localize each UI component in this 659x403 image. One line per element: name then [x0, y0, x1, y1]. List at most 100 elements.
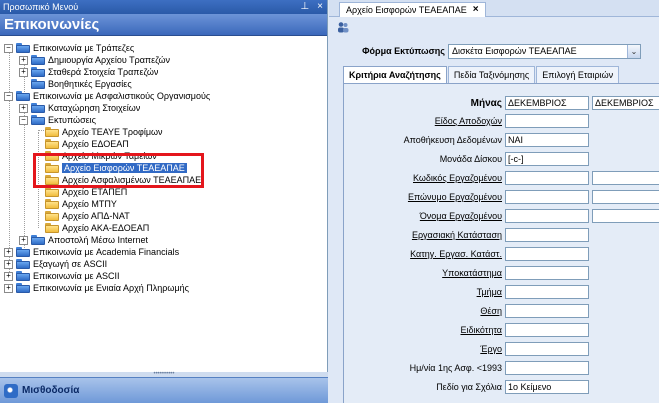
- tree-item-academia-financials[interactable]: + Επικοινωνία με Academia Financials: [4, 246, 179, 258]
- tab-company-select[interactable]: Επιλογή Εταιριών: [536, 66, 620, 83]
- department-label[interactable]: Τμήμα: [477, 287, 502, 297]
- tree-item-label: Βοηθητικές Εργασίες: [48, 79, 132, 89]
- tree-item-label: Αρχείο ΕΔΟΕΑΠ: [62, 139, 129, 149]
- personal-menu-panel: Προσωπικό Μενού ⊥ × Επικοινωνίες − Επικο…: [0, 0, 328, 403]
- position-input[interactable]: [505, 304, 589, 318]
- work-status-input[interactable]: [505, 228, 589, 242]
- tree-item-label: Αρχείο Μικρών Ταμείων: [62, 151, 157, 161]
- expand-toggle[interactable]: +: [4, 271, 13, 281]
- tree-item-apd-nat[interactable]: Αρχείο ΑΠΔ-ΝΑΤ: [45, 210, 130, 222]
- tree-item-data-entry[interactable]: + Καταχώρηση Στοιχείων: [19, 102, 140, 114]
- tab-sort-fields[interactable]: Πεδία Ταξινόμησης: [447, 66, 536, 83]
- expand-toggle[interactable]: +: [4, 283, 13, 293]
- expand-toggle[interactable]: +: [19, 55, 28, 65]
- tree-item-mtpy[interactable]: Αρχείο ΜΤΠΥ: [45, 198, 117, 210]
- tree-item-label: Επικοινωνία με Τράπεζες: [33, 43, 135, 53]
- department-input[interactable]: [505, 285, 589, 299]
- close-icon[interactable]: ×: [317, 0, 323, 14]
- payment-type-label[interactable]: Είδος Αποδοχών: [435, 116, 502, 126]
- employee-code-from-input[interactable]: [505, 171, 589, 185]
- month-row: Μήνας ΔΕΚΕΜΒΡΙΟΣ ΔΕΚΕΜΒΡΙΟΣ: [344, 96, 659, 111]
- expand-toggle[interactable]: +: [4, 247, 13, 257]
- specialty-row: Ειδικότητα: [344, 323, 659, 338]
- tree-item-payment-authority[interactable]: + Επικοινωνία με Ενιαία Αρχή Πληρωμής: [4, 282, 189, 294]
- folder-icon: [45, 187, 59, 197]
- tree-item-internet-send[interactable]: + Αποστολή Μέσω Internet: [19, 234, 148, 246]
- pin-icon[interactable]: ⊥: [300, 0, 309, 14]
- work-status-label[interactable]: Εργασιακή Κατάσταση: [412, 230, 502, 240]
- tree-item-label: Επικοινωνία με Ασφαλιστικούς Οργανισμούς: [33, 91, 211, 101]
- document-tab-label: Αρχείο Εισφορών ΤΕΑΕΑΠΑΕ: [346, 5, 467, 15]
- project-label[interactable]: Έργο: [480, 344, 502, 354]
- payment-type-input[interactable]: [505, 114, 589, 128]
- folder-icon: [45, 151, 59, 161]
- first-insurance-date-label: Ημ/νία 1ης Ασφ. <1993: [409, 363, 502, 373]
- personal-menu-title: Προσωπικό Μενού: [3, 2, 79, 12]
- tree-item-label: Αποστολή Μέσω Internet: [48, 235, 149, 245]
- tree-item-edoeap[interactable]: Αρχείο ΕΔΟΕΑΠ: [45, 138, 129, 150]
- close-tab-icon[interactable]: ×: [473, 3, 479, 17]
- collapse-toggle[interactable]: −: [19, 115, 28, 125]
- position-row: Θέση: [344, 304, 659, 319]
- document-tab[interactable]: Αρχείο Εισφορών ΤΕΑΕΑΠΑΕ ×: [339, 2, 486, 17]
- tree-item-small-funds[interactable]: Αρχείο Μικρών Ταμείων: [45, 150, 157, 162]
- tree-item-create-bank-file[interactable]: + Δημιουργία Αρχείου Τραπεζών: [19, 54, 170, 66]
- employee-name-to-input[interactable]: [592, 209, 659, 223]
- folder-icon: [31, 103, 45, 113]
- tree-item-printouts[interactable]: − Εκτυπώσεις: [19, 114, 96, 126]
- employee-surname-from-input[interactable]: [505, 190, 589, 204]
- branch-input[interactable]: [505, 266, 589, 280]
- tree-item-insurance-orgs[interactable]: − Επικοινωνία με Ασφαλιστικούς Οργανισμο…: [4, 90, 210, 102]
- expand-toggle[interactable]: +: [19, 103, 28, 113]
- payroll-nav-button[interactable]: Μισθοδοσία: [0, 377, 328, 403]
- tree-item-ascii-export[interactable]: + Εξαγωγή σε ASCII: [4, 258, 107, 270]
- expand-toggle[interactable]: +: [19, 235, 28, 245]
- tree-item-banks[interactable]: − Επικοινωνία με Τράπεζες: [4, 42, 134, 54]
- project-input[interactable]: [505, 342, 589, 356]
- tree-item-aka-edoeap[interactable]: Αρχείο ΑΚΑ-ΕΔΟΕΑΠ: [45, 222, 149, 234]
- comments-field-input[interactable]: 1ο Κείμενο: [505, 380, 589, 394]
- employee-name-from-input[interactable]: [505, 209, 589, 223]
- expand-toggle[interactable]: +: [4, 259, 13, 269]
- employee-name-label[interactable]: Όνομα Εργαζομένου: [420, 211, 502, 221]
- employee-surname-to-input[interactable]: [592, 190, 659, 204]
- position-label[interactable]: Θέση: [480, 306, 502, 316]
- criteria-panel: Μήνας ΔΕΚΕΜΒΡΙΟΣ ΔΕΚΕΜΒΡΙΟΣ Είδος Αποδοχ…: [343, 83, 659, 403]
- tree-item-label: Επικοινωνία με Academia Financials: [33, 247, 180, 257]
- month-from-input[interactable]: ΔΕΚΕΜΒΡΙΟΣ: [505, 96, 589, 110]
- print-form-select[interactable]: Δισκέτα Εισφορών ΤΕΑΕΑΠΑΕ ⌄: [448, 44, 641, 59]
- specialty-input[interactable]: [505, 323, 589, 337]
- month-to-input[interactable]: ΔΕΚΕΜΒΡΙΟΣ: [592, 96, 659, 110]
- save-data-input[interactable]: ΝΑΙ: [505, 133, 589, 147]
- specialty-label[interactable]: Ειδικότητα: [461, 325, 502, 335]
- users-icon[interactable]: [337, 21, 349, 33]
- tab-search-criteria[interactable]: Κριτήρια Αναζήτησης: [343, 66, 447, 84]
- chevron-down-icon[interactable]: ⌄: [627, 45, 640, 58]
- first-insurance-date-input[interactable]: [505, 361, 589, 375]
- collapse-toggle[interactable]: −: [4, 91, 13, 101]
- employee-category-label[interactable]: Κατηγ. Εργασ. Κατάστ.: [410, 249, 502, 259]
- print-form-row: Φόρμα Εκτύπωσης Δισκέτα Εισφορών ΤΕΑΕΑΠΑ…: [329, 44, 659, 60]
- folder-icon: [45, 223, 59, 233]
- disk-unit-input[interactable]: [-c-]: [505, 152, 589, 166]
- collapse-toggle[interactable]: −: [4, 43, 13, 53]
- tree-item-etapep[interactable]: Αρχείο ΕΤΑΠΕΠ: [45, 186, 127, 198]
- folder-icon: [31, 235, 45, 245]
- expand-toggle[interactable]: +: [19, 67, 28, 77]
- tree-item-bank-fixed-data[interactable]: + Σταθερά Στοιχεία Τραπεζών: [19, 66, 158, 78]
- folder-icon: [45, 211, 59, 221]
- tree-item-helper-tasks[interactable]: Βοηθητικές Εργασίες: [31, 78, 132, 90]
- tree-item-teaye-food[interactable]: Αρχείο ΤΕΑΥΕ Τροφίμων: [45, 126, 163, 138]
- employee-code-to-input[interactable]: [592, 171, 659, 185]
- tree-item-ascii-communication[interactable]: + Επικοινωνία με ASCII: [4, 270, 120, 282]
- employee-code-label[interactable]: Κωδικός Εργαζομένου: [413, 173, 502, 183]
- tree-item-label: Αρχείο ΑΠΔ-ΝΑΤ: [62, 211, 130, 221]
- branch-label[interactable]: Υποκατάστημα: [442, 268, 502, 278]
- first-insurance-date-row: Ημ/νία 1ης Ασφ. <1993: [344, 361, 659, 376]
- employee-surname-label[interactable]: Επώνυμο Εργαζομένου: [408, 192, 502, 202]
- tree-item-insured-teaeapae[interactable]: Αρχείο Ασφαλισμένων ΤΕΑΕΑΠΑΕ: [45, 174, 201, 186]
- tree-item-label: Σταθερά Στοιχεία Τραπεζών: [48, 67, 159, 77]
- department-row: Τμήμα: [344, 285, 659, 300]
- employee-category-input[interactable]: [505, 247, 589, 261]
- tree-item-contributions-teaeapae[interactable]: Αρχείο Εισφορών ΤΕΑΕΑΠΑΕ: [45, 162, 187, 174]
